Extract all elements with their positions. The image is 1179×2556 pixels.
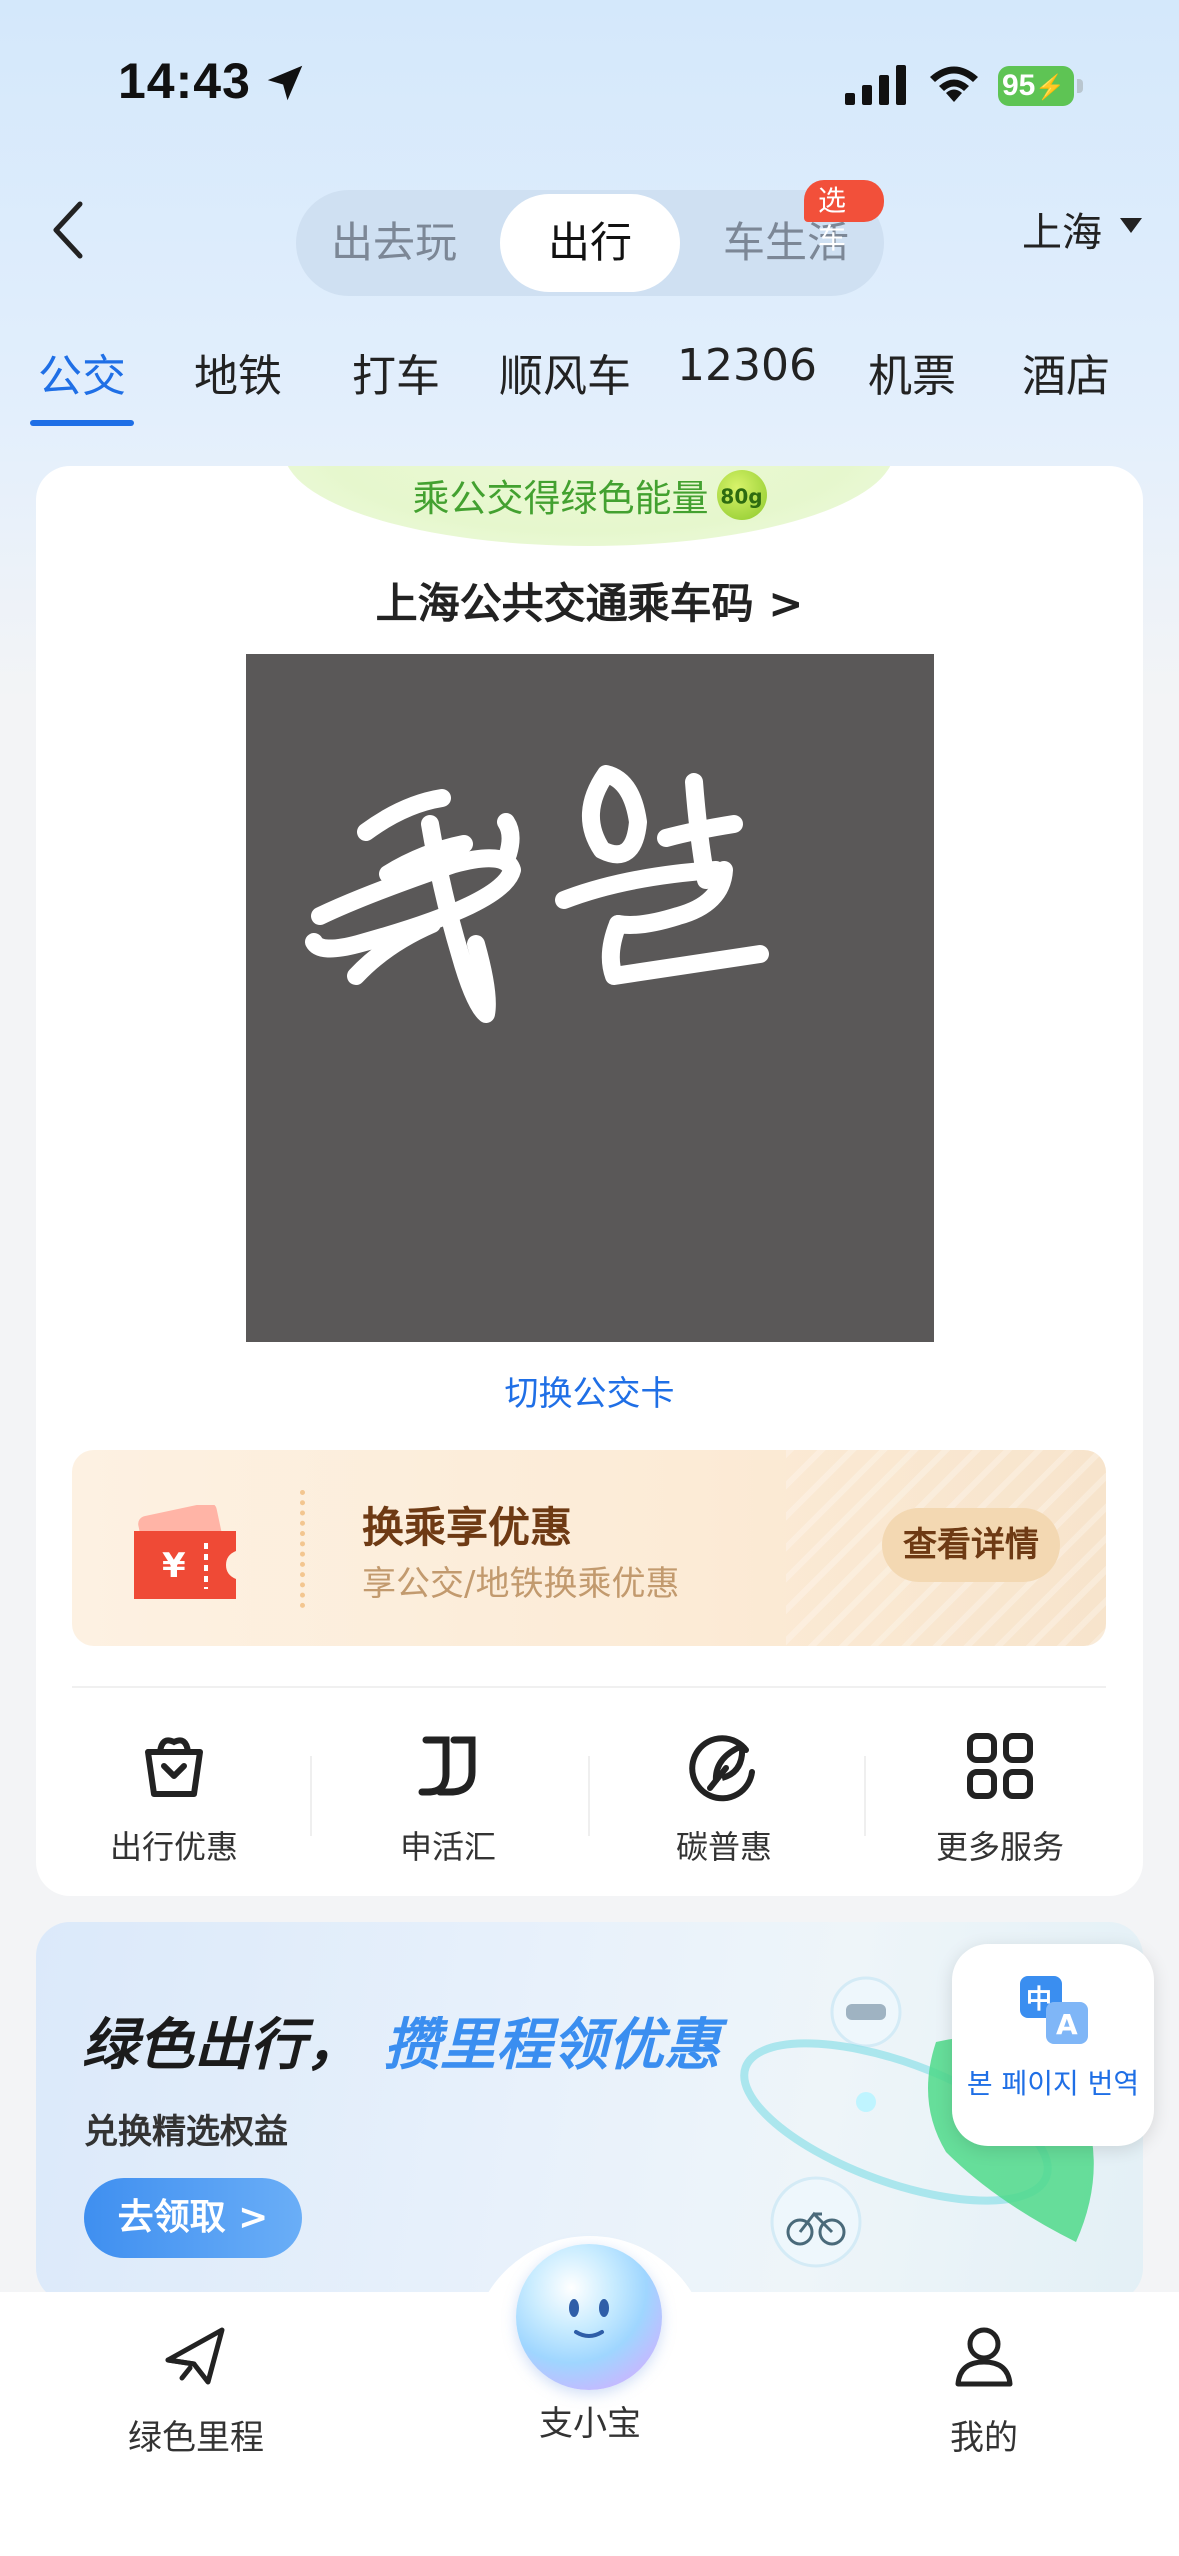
person-icon: [955, 2327, 1013, 2387]
banner-subtitle: 兑换精选权益: [84, 2112, 288, 2152]
svg-text:¥: ¥: [162, 1546, 186, 1586]
divider: [310, 1756, 312, 1836]
transfer-promo-banner[interactable]: ¥ 换乘享优惠 享公交/地铁换乘优惠 查看详情: [72, 1450, 1106, 1646]
energy-coin-icon: 80g: [716, 470, 767, 520]
car-icon: [846, 2004, 886, 2020]
service-travel-deals[interactable]: 出行优惠: [84, 1728, 264, 1868]
wifi-icon: [930, 66, 978, 102]
promo-divider: [300, 1490, 306, 1608]
sparkle-dot: [856, 2092, 876, 2112]
category-tabs: 公交 地铁 打车 顺风车 12306 机票 酒店: [0, 340, 1179, 440]
green-energy-tip[interactable]: 乘公交得绿色能量 80g: [36, 468, 1143, 522]
cellular-signal-icon: [845, 65, 906, 105]
service-label: 申活汇: [399, 1828, 496, 1866]
segment-travel[interactable]: 出行: [500, 194, 680, 292]
transit-code-card: 乘公交得绿色能量 80g 上海公共交通乘车码 > 切换公交卡 ¥ 换乘享优惠 享…: [36, 466, 1143, 1896]
tab-taxi[interactable]: 打车: [344, 340, 448, 404]
service-more[interactable]: 更多服务: [910, 1728, 1090, 1868]
view-details-button[interactable]: 查看详情: [882, 1508, 1060, 1582]
nav-green-mileage[interactable]: 绿色里程: [86, 2320, 306, 2459]
yuan-ticket-icon: ¥: [134, 1505, 236, 1599]
active-tab-underline: [30, 420, 134, 426]
banner-title: 绿色出行，: [82, 2013, 362, 2078]
carbon-leaf-icon: [689, 1735, 755, 1802]
status-bar: 14:43 95⚡: [0, 0, 1179, 170]
service-label: 更多服务: [935, 1828, 1064, 1866]
tab-bus[interactable]: 公交: [30, 340, 134, 404]
banner-title-highlight: 攒里程领优惠: [384, 2013, 720, 2078]
service-label: 碳普惠: [675, 1828, 772, 1866]
tab-12306[interactable]: 12306: [672, 340, 822, 391]
promo-subtitle: 享公交/地铁换乘优惠: [362, 1564, 680, 1604]
card-title[interactable]: 上海公共交通乘车码 >: [36, 570, 1143, 631]
translate-icon: 中 A: [1020, 1976, 1088, 2044]
bike-bubble: [770, 2176, 862, 2268]
nav-label: 绿色里程: [128, 2418, 264, 2458]
service-label: 出行优惠: [109, 1828, 238, 1866]
green-energy-text: 乘公交得绿色能量: [412, 477, 709, 520]
tab-carpool[interactable]: 顺风车: [490, 340, 640, 404]
select-car-badge: 选车: [804, 180, 884, 255]
divider: [588, 1756, 590, 1836]
tab-hotels[interactable]: 酒店: [1014, 340, 1118, 404]
paper-plane-icon: [165, 2327, 225, 2385]
nav-me[interactable]: 我的: [874, 2320, 1094, 2459]
promo-title: 换乘享优惠: [362, 1503, 573, 1552]
battery-icon: 95⚡: [998, 66, 1084, 106]
back-button[interactable]: [40, 190, 100, 270]
energy-amount: 80g: [720, 484, 763, 509]
nav-label[interactable]: 支小宝: [480, 2396, 700, 2445]
segmented-control: 出去玩 出行 车生活 选车: [296, 180, 884, 296]
service-carbon[interactable]: 碳普惠: [634, 1728, 814, 1868]
switch-bus-card-link[interactable]: 切换公交卡: [36, 1366, 1143, 1415]
caret-down-icon: [1120, 218, 1142, 233]
tab-metro[interactable]: 地铁: [186, 340, 290, 404]
qr-code-placeholder: [246, 654, 934, 1342]
translate-page-button[interactable]: 中 A 본 페이지 번역: [952, 1944, 1154, 2146]
translate-label: 본 페이지 번역: [966, 2067, 1140, 2100]
shenhuohui-logo-icon: [418, 1736, 476, 1796]
grid-icon: [967, 1733, 1033, 1799]
gift-bag-icon: [145, 1737, 203, 1797]
divider: [864, 1756, 866, 1836]
segment-outing[interactable]: 出去玩: [296, 190, 492, 296]
tab-flights[interactable]: 机票: [860, 340, 964, 404]
battery-level: 95: [1002, 69, 1036, 102]
service-shenhuohui[interactable]: 申活汇: [358, 1728, 538, 1868]
city-selector[interactable]: 上海: [1022, 200, 1102, 258]
charging-bolt-icon: ⚡: [1035, 74, 1066, 101]
status-time: 14:43: [118, 53, 251, 109]
claim-button[interactable]: 去领取 >: [84, 2178, 302, 2258]
assistant-face-icon: [569, 2299, 609, 2338]
handwriting-scribble-icon: [305, 765, 769, 1023]
nav-label: 我的: [950, 2418, 1018, 2458]
svg-text:A: A: [1056, 2008, 1078, 2041]
divider: [72, 1686, 1106, 1688]
assistant-avatar[interactable]: [516, 2244, 662, 2390]
location-arrow-icon: [267, 65, 303, 101]
